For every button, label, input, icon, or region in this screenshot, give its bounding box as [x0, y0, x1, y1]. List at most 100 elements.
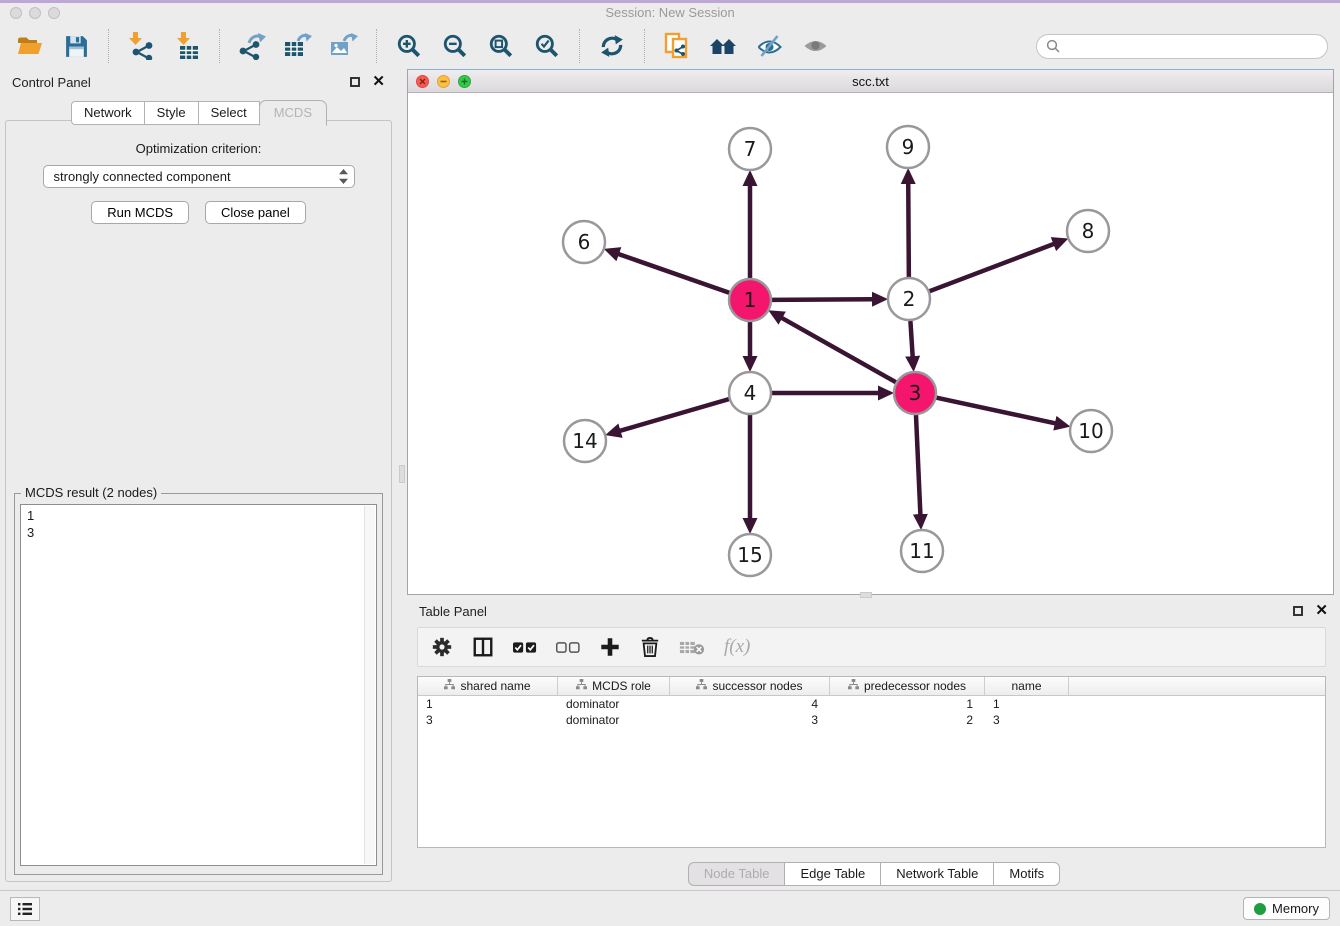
- mcds-panel: Optimization criterion: strongly connect…: [5, 120, 392, 882]
- edge-2-9[interactable]: [908, 183, 909, 277]
- edge-4-14[interactable]: [620, 399, 729, 431]
- mcds-result-box[interactable]: 1 3: [20, 504, 377, 866]
- memory-status-icon: [1254, 903, 1266, 915]
- column-header-mcds-role[interactable]: MCDS role: [558, 677, 670, 695]
- delete-table-icon[interactable]: [679, 639, 705, 656]
- graph-node-9[interactable]: 9: [887, 126, 929, 168]
- vertical-splitter-handle[interactable]: [399, 465, 405, 483]
- open-session-icon[interactable]: [12, 28, 48, 64]
- svg-text:1: 1: [744, 288, 757, 312]
- graph-node-1[interactable]: 1: [729, 279, 771, 321]
- import-table-from-file-icon[interactable]: [169, 28, 205, 64]
- network-canvas[interactable]: 7 9 6 8 1 2 4 3 14 10 15 11: [408, 93, 1333, 594]
- column-header-predecessor-nodes[interactable]: predecessor nodes: [830, 677, 985, 695]
- table-cell[interactable]: 3: [670, 713, 830, 727]
- network-window-titlebar[interactable]: scc.txt: [408, 70, 1333, 93]
- edge-3-1[interactable]: [781, 318, 895, 383]
- tab-network[interactable]: Network: [71, 101, 145, 125]
- zoom-in-icon[interactable]: [391, 28, 427, 64]
- table-panel: Table Panel ✕: [407, 598, 1340, 893]
- export-network-icon[interactable]: [234, 28, 270, 64]
- column-header-name[interactable]: name: [985, 677, 1069, 695]
- tab-network-table[interactable]: Network Table: [880, 862, 994, 886]
- graph-node-3[interactable]: 3: [894, 372, 936, 414]
- hide-selected-icon[interactable]: [751, 28, 787, 64]
- apply-function-icon[interactable]: f(x): [724, 636, 750, 658]
- table-cell[interactable]: 4: [670, 697, 830, 711]
- svg-text:7: 7: [744, 137, 757, 161]
- first-neighbors-icon[interactable]: [705, 28, 741, 64]
- select-all-icon[interactable]: [513, 641, 537, 654]
- status-bar: Memory: [0, 890, 1340, 926]
- graph-node-4[interactable]: 4: [729, 372, 771, 414]
- table-row[interactable]: 1dominator411: [418, 696, 1325, 712]
- edge-3-11[interactable]: [916, 415, 920, 515]
- zoom-out-icon[interactable]: [437, 28, 473, 64]
- graph-node-15[interactable]: 15: [729, 534, 771, 576]
- result-scrollbar[interactable]: [364, 506, 375, 864]
- edge-3-10[interactable]: [937, 398, 1056, 424]
- close-panel-icon[interactable]: ✕: [372, 77, 385, 87]
- delete-column-icon[interactable]: [640, 636, 660, 658]
- graph-node-7[interactable]: 7: [729, 128, 771, 170]
- table-cell[interactable]: 1: [418, 697, 558, 711]
- deselect-all-icon[interactable]: [556, 641, 580, 654]
- hierarchy-icon: [444, 679, 455, 693]
- svg-text:2: 2: [903, 287, 916, 311]
- close-panel-button[interactable]: Close panel: [205, 201, 306, 224]
- import-network-from-file-icon[interactable]: [123, 28, 159, 64]
- float-table-panel-icon[interactable]: [1293, 606, 1303, 616]
- tab-edge-table[interactable]: Edge Table: [784, 862, 881, 886]
- table-cell[interactable]: 3: [418, 713, 558, 727]
- column-header-shared-name[interactable]: shared name: [418, 677, 558, 695]
- apply-preferred-layout-icon[interactable]: [594, 28, 630, 64]
- graph-node-14[interactable]: 14: [564, 420, 606, 462]
- close-table-panel-icon[interactable]: ✕: [1315, 606, 1328, 616]
- graph-node-10[interactable]: 10: [1070, 410, 1112, 452]
- column-selector-icon[interactable]: [472, 636, 494, 658]
- node-table[interactable]: shared nameMCDS rolesuccessor nodesprede…: [417, 676, 1326, 848]
- toolbar-separator: [376, 29, 377, 63]
- table-options-icon[interactable]: [431, 636, 453, 658]
- search-box[interactable]: [1036, 34, 1328, 59]
- task-history-icon[interactable]: [10, 897, 40, 921]
- show-all-icon[interactable]: [797, 28, 833, 64]
- table-cell[interactable]: dominator: [558, 713, 670, 727]
- export-image-icon[interactable]: [326, 28, 362, 64]
- memory-button[interactable]: Memory: [1243, 897, 1330, 920]
- edge-2-3[interactable]: [910, 321, 912, 357]
- table-body: 1dominator4113dominator323: [418, 696, 1325, 728]
- tab-style[interactable]: Style: [144, 101, 199, 125]
- save-session-icon[interactable]: [58, 28, 94, 64]
- optimization-criterion-label: Optimization criterion:: [6, 141, 391, 156]
- table-cell[interactable]: 2: [830, 713, 985, 727]
- new-network-from-selection-icon[interactable]: [659, 28, 695, 64]
- tab-select[interactable]: Select: [198, 101, 260, 125]
- tab-mcds[interactable]: MCDS: [259, 100, 327, 126]
- table-cell[interactable]: 1: [830, 697, 985, 711]
- graph-node-2[interactable]: 2: [888, 278, 930, 320]
- control-panel-title: Control Panel: [12, 75, 91, 90]
- tab-motifs[interactable]: Motifs: [993, 862, 1060, 886]
- tab-node-table[interactable]: Node Table: [688, 862, 786, 886]
- search-input[interactable]: [1066, 39, 1318, 54]
- zoom-selected-icon[interactable]: [529, 28, 565, 64]
- criterion-dropdown[interactable]: strongly connected component: [43, 165, 355, 188]
- column-header-successor-nodes[interactable]: successor nodes: [670, 677, 830, 695]
- graph-node-8[interactable]: 8: [1067, 210, 1109, 252]
- run-mcds-button[interactable]: Run MCDS: [91, 201, 189, 224]
- edge-2-8[interactable]: [930, 244, 1055, 291]
- float-panel-icon[interactable]: [350, 77, 360, 87]
- add-column-icon[interactable]: [599, 636, 621, 658]
- zoom-fit-icon[interactable]: [483, 28, 519, 64]
- graph-node-11[interactable]: 11: [901, 530, 943, 572]
- table-row[interactable]: 3dominator323: [418, 712, 1325, 728]
- graph-node-6[interactable]: 6: [563, 221, 605, 263]
- edge-1-6[interactable]: [618, 254, 729, 293]
- table-cell[interactable]: 1: [985, 697, 1069, 711]
- edge-1-2[interactable]: [772, 299, 873, 300]
- toolbar-separator: [108, 29, 109, 63]
- table-cell[interactable]: 3: [985, 713, 1069, 727]
- table-cell[interactable]: dominator: [558, 697, 670, 711]
- export-table-icon[interactable]: [280, 28, 316, 64]
